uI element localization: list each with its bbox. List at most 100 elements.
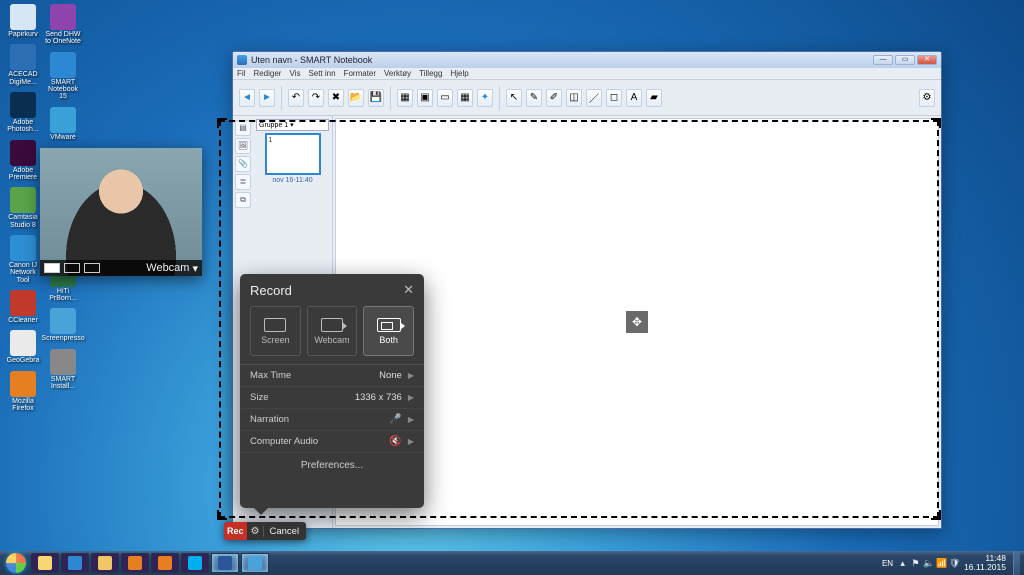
undo-button[interactable]: ↶	[288, 89, 304, 107]
mode-screen[interactable]: Screen	[250, 306, 301, 356]
desktop-icon-label: Adobe Premiere	[4, 167, 42, 182]
desktop-icon[interactable]: GeoGebra	[4, 330, 42, 364]
close-icon[interactable]: ✕	[403, 282, 414, 298]
tray-icon[interactable]: 🔈	[923, 558, 934, 569]
menu-item[interactable]: Tillegg	[419, 69, 442, 78]
app-icon	[10, 235, 36, 261]
highlighter-tool[interactable]: ✐	[546, 89, 562, 107]
desktop-icon[interactable]: VMware	[44, 107, 82, 141]
addons-tab[interactable]: ⧉	[235, 192, 251, 208]
taskbar-app-skype[interactable]	[181, 553, 209, 573]
webcam-dropdown[interactable]: Webcam ▾	[146, 262, 198, 275]
desktop-icon-label: VMware	[50, 134, 76, 141]
menu-item[interactable]: Vis	[289, 69, 300, 78]
preferences-button[interactable]: Preferences...	[240, 453, 424, 477]
tray-icon[interactable]: 🛡	[949, 558, 960, 569]
windows-orb-icon	[6, 553, 26, 573]
page-sorter-tab[interactable]: ▤	[235, 120, 251, 136]
max-time-row[interactable]: Max Time None ▶	[240, 365, 424, 387]
menu-item[interactable]: Fil	[237, 69, 245, 78]
rec-button[interactable]: Rec	[224, 522, 247, 540]
menu-item[interactable]: Hjelp	[450, 69, 468, 78]
desktop-icon[interactable]: Adobe Premiere	[4, 140, 42, 182]
desktop-icon-label: Screenpresso	[41, 335, 84, 342]
pen-tool[interactable]: ✎	[526, 89, 542, 107]
text-tool[interactable]: A	[626, 89, 642, 107]
tray-icon[interactable]: 📶	[936, 558, 947, 569]
window-titlebar[interactable]: Uten navn - SMART Notebook — ▭ ✕	[233, 52, 941, 68]
webcam-size-large[interactable]	[84, 263, 100, 273]
taskbar-app-ie[interactable]	[61, 553, 89, 573]
desktop-icon[interactable]: Mozilla Firefox	[4, 371, 42, 413]
start-button[interactable]	[2, 551, 30, 575]
desktop-icon[interactable]: Papirkurv	[4, 4, 42, 38]
desktop-icon[interactable]: Adobe Photosh...	[4, 92, 42, 134]
taskbar-app-explorer[interactable]	[31, 553, 59, 573]
show-desktop-button[interactable]	[1013, 551, 1020, 575]
desktop-icon[interactable]: ACECAD DigiMe...	[4, 44, 42, 86]
mode-webcam[interactable]: Webcam	[307, 306, 358, 356]
webcam-preview[interactable]: Webcam ▾	[40, 148, 202, 276]
add-page-button[interactable]: ▦	[397, 89, 413, 107]
attachments-tab[interactable]: 📎	[235, 156, 251, 172]
record-popup-title: Record	[250, 283, 292, 298]
prev-page-button[interactable]: ◄	[239, 89, 255, 107]
maximize-button[interactable]: ▭	[895, 55, 915, 65]
narration-row[interactable]: Narration 🎤 ▶	[240, 409, 424, 431]
chevron-right-icon: ▶	[408, 371, 414, 380]
line-tool[interactable]: ／	[586, 89, 602, 107]
group-header[interactable]: Gruppe 1 ▾	[256, 119, 329, 131]
insert-table-button[interactable]: ▦	[457, 89, 473, 107]
pointer-tool[interactable]: ↖	[506, 89, 522, 107]
gear-icon[interactable]: ⚙	[247, 526, 265, 537]
taskbar-app-wmp[interactable]	[121, 553, 149, 573]
properties-tab[interactable]: ≣	[235, 174, 251, 190]
tray-icon[interactable]: ⚑	[910, 558, 921, 569]
desktop-icon[interactable]: SMART Notebook 15	[44, 52, 82, 101]
mode-both[interactable]: Both	[363, 306, 414, 356]
computer-audio-row[interactable]: Computer Audio 🔇 ▶	[240, 431, 424, 453]
eraser-tool[interactable]: ◫	[566, 89, 582, 107]
screen-capture-button[interactable]: ▣	[417, 89, 433, 107]
minimize-button[interactable]: —	[873, 55, 893, 65]
page-canvas[interactable]: ✥	[335, 118, 939, 526]
chevron-right-icon: ▶	[408, 393, 414, 402]
open-button[interactable]: 📂	[348, 89, 364, 107]
next-page-button[interactable]: ►	[259, 89, 275, 107]
tray-icon[interactable]: ▴	[897, 558, 908, 569]
desktop-icon[interactable]: Camtasia Studio 8	[4, 187, 42, 229]
desktop-icon[interactable]: CCleaner	[4, 290, 42, 324]
redo-button[interactable]: ↷	[308, 89, 324, 107]
addon-button[interactable]: ✦	[477, 89, 493, 107]
menu-item[interactable]: Rediger	[253, 69, 281, 78]
page-thumbnail[interactable]	[265, 133, 321, 175]
delete-button[interactable]: ✖	[328, 89, 344, 107]
desktop-icon-label: Adobe Photosh...	[4, 119, 42, 134]
desktop-icon[interactable]: Screenpresso	[44, 308, 82, 342]
cancel-button[interactable]: Cancel	[264, 526, 304, 537]
desktop-icon-label: Canon IJ Network Tool	[4, 262, 42, 284]
taskbar-app-word[interactable]	[211, 553, 239, 573]
taskbar-app-firefox[interactable]	[151, 553, 179, 573]
webcam-size-medium[interactable]	[64, 263, 80, 273]
clock[interactable]: 11:48 16.11.2015	[964, 554, 1006, 572]
webcam-size-small[interactable]	[44, 263, 60, 273]
doc-camera-button[interactable]: ▭	[437, 89, 453, 107]
desktop-icon[interactable]: Send DHW to OneNote	[44, 4, 82, 46]
menu-item[interactable]: Formater	[344, 69, 376, 78]
gallery-tab[interactable]: 🖼	[235, 138, 251, 154]
taskbar-app-folder[interactable]	[91, 553, 119, 573]
fill-tool[interactable]: ▰	[646, 89, 662, 107]
desktop-icon[interactable]: SMART Install...	[44, 349, 82, 391]
toolbar-settings-button[interactable]: ⚙	[919, 89, 935, 107]
menu-item[interactable]: Verktøy	[384, 69, 411, 78]
close-button[interactable]: ✕	[917, 55, 937, 65]
desktop-icon[interactable]: Canon IJ Network Tool	[4, 235, 42, 284]
move-handle-icon[interactable]: ✥	[626, 311, 648, 333]
taskbar-app-screenpresso[interactable]	[241, 553, 269, 573]
size-row[interactable]: Size 1336 x 736 ▶	[240, 387, 424, 409]
save-button[interactable]: 💾	[368, 89, 384, 107]
shape-tool[interactable]: ◻	[606, 89, 622, 107]
menu-item[interactable]: Sett inn	[308, 69, 335, 78]
language-indicator[interactable]: EN	[882, 559, 893, 568]
